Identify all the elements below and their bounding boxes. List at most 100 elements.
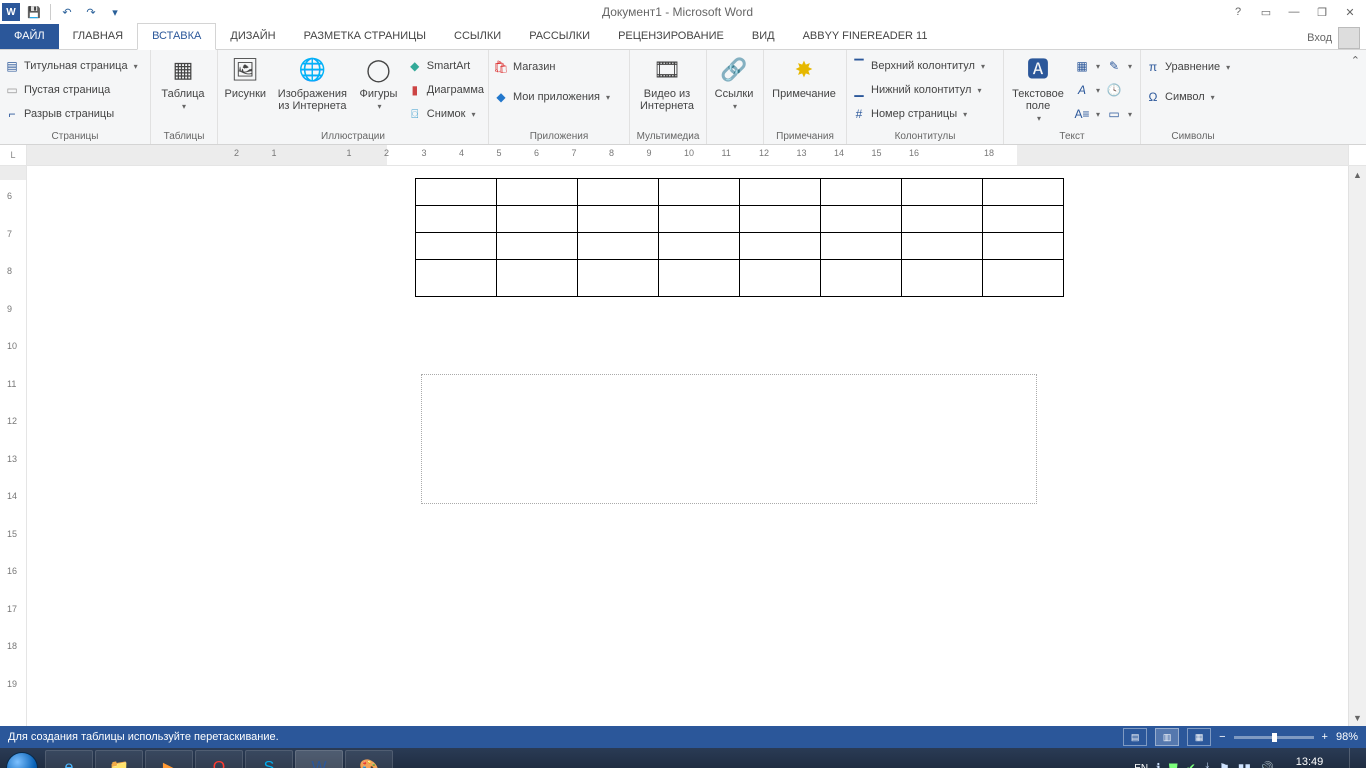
tab-insert[interactable]: ВСТАВКА — [137, 23, 216, 50]
taskbar-explorer-button[interactable]: 📁 — [95, 750, 143, 768]
ruler-tick: 8 — [609, 148, 614, 158]
tray-shield-icon[interactable]: ⛊ — [1169, 761, 1178, 768]
scroll-up-arrow[interactable]: ▲ — [1349, 166, 1366, 183]
tray-bluetooth-icon[interactable]: ᚼ — [1204, 761, 1211, 768]
symbol-button[interactable]: ΩСимвол — [1145, 87, 1230, 107]
reserved-area[interactable] — [421, 374, 1037, 504]
online-video-button[interactable]: 🎞Видео из Интернета — [634, 52, 700, 112]
tray-network-icon[interactable]: ▮▮ — [1238, 761, 1251, 768]
date-time-icon: 🕓 — [1106, 82, 1122, 98]
qat-redo-button[interactable]: ↷ — [81, 2, 101, 22]
taskbar-word-button[interactable]: W — [295, 750, 343, 768]
ruler-tick-v: 19 — [7, 679, 17, 689]
qat-undo-button[interactable]: ↶ — [57, 2, 77, 22]
tray-action-center-icon[interactable]: ⚑ — [1219, 761, 1230, 768]
start-button[interactable] — [0, 748, 44, 768]
ruler-corner[interactable]: L — [0, 145, 27, 165]
object-icon: ▭ — [1106, 106, 1122, 122]
taskbar-clock[interactable]: 13:4917.05.2014 — [1282, 756, 1337, 768]
equation-button[interactable]: πУравнение — [1145, 57, 1230, 77]
page-break-button[interactable]: ⌐Разрыв страницы — [4, 104, 138, 124]
drop-cap-button[interactable]: A≡ — [1074, 104, 1100, 124]
blank-page-button[interactable]: ▭Пустая страница — [4, 80, 138, 100]
taskbar-language[interactable]: EN — [1134, 763, 1148, 768]
tab-abbyy[interactable]: ABBYY FineReader 11 — [789, 24, 942, 49]
ruler-tick: 2 — [234, 148, 239, 158]
qat-save-button[interactable]: 💾 — [24, 2, 44, 22]
view-read-mode-button[interactable]: ▤ — [1123, 728, 1147, 746]
taskbar-ie-button[interactable]: e — [45, 750, 93, 768]
group-header-footer: ▔Верхний колонтитул ▁Нижний колонтитул #… — [847, 50, 1004, 144]
shapes-icon: ◯ — [356, 52, 401, 88]
signature-line-button[interactable]: ✎ — [1106, 56, 1132, 76]
shapes-button[interactable]: ◯Фигуры — [356, 52, 401, 113]
tray-info-icon[interactable]: ℹ — [1156, 761, 1161, 768]
minimize-button[interactable]: — — [1286, 6, 1302, 18]
ruler-tick: 1 — [347, 148, 352, 158]
screenshot-button[interactable]: ⌼Снимок — [407, 104, 484, 124]
zoom-slider[interactable] — [1234, 736, 1314, 739]
quick-parts-button[interactable]: ▦ — [1074, 56, 1100, 76]
document-table[interactable] — [415, 178, 1064, 297]
header-button[interactable]: ▔Верхний колонтитул — [851, 56, 985, 76]
table-button[interactable]: ▦ Таблица — [155, 52, 211, 113]
comment-button[interactable]: ✸Примечание — [768, 52, 840, 100]
cover-page-button[interactable]: ▤Титульная страница — [4, 56, 138, 76]
taskbar-paint-button[interactable]: 🎨 — [345, 750, 393, 768]
qat-customize-button[interactable]: ▾ — [105, 2, 125, 22]
page-number-button[interactable]: #Номер страницы — [851, 104, 985, 124]
taskbar-mediaplayer-button[interactable]: ▶ — [145, 750, 193, 768]
user-avatar-icon[interactable] — [1338, 27, 1360, 49]
text-box-button[interactable]: 🅰Текстовое поле — [1008, 52, 1068, 125]
view-print-layout-button[interactable]: ▥ — [1155, 728, 1179, 746]
tab-references[interactable]: ССЫЛКИ — [440, 24, 515, 49]
links-button[interactable]: 🔗Ссылки — [711, 52, 757, 113]
help-button[interactable]: ? — [1230, 6, 1246, 18]
title-bar: W 💾 ↶ ↷ ▾ Документ1 - Microsoft Word ? ▭… — [0, 0, 1366, 24]
tray-check-icon[interactable]: ✔ — [1186, 761, 1196, 768]
view-web-layout-button[interactable]: ▦ — [1187, 728, 1211, 746]
tray-volume-icon[interactable]: 🔊 — [1259, 761, 1274, 768]
taskbar: e 📁 ▶ O S W 🎨 EN ℹ ⛊ ✔ ᚼ ⚑ ▮▮ 🔊 13:4917.… — [0, 748, 1366, 768]
online-pictures-button[interactable]: 🌐Изображения из Интернета — [275, 52, 351, 112]
close-button[interactable]: ✕ — [1342, 6, 1358, 19]
vertical-ruler[interactable]: 678910111213141516171819 — [0, 166, 27, 726]
tab-review[interactable]: РЕЦЕНЗИРОВАНИЕ — [604, 24, 738, 49]
drop-cap-icon: A≡ — [1074, 106, 1090, 122]
ribbon-display-options-button[interactable]: ▭ — [1258, 6, 1274, 19]
page[interactable] — [307, 166, 1097, 726]
footer-button[interactable]: ▁Нижний колонтитул — [851, 80, 985, 100]
show-desktop-button[interactable] — [1349, 748, 1360, 768]
tab-design[interactable]: ДИЗАЙН — [216, 24, 289, 49]
date-time-button[interactable]: 🕓 — [1106, 80, 1132, 100]
object-button[interactable]: ▭ — [1106, 104, 1132, 124]
maximize-button[interactable]: ❐ — [1314, 6, 1330, 19]
zoom-in-button[interactable]: + — [1322, 731, 1328, 743]
tab-view[interactable]: ВИД — [738, 24, 789, 49]
vertical-scrollbar[interactable]: ▲ ▼ — [1348, 166, 1366, 726]
tab-mailings[interactable]: РАССЫЛКИ — [515, 24, 604, 49]
ruler-tick: 6 — [534, 148, 539, 158]
pictures-button[interactable]: 🖼Рисунки — [222, 52, 269, 100]
tab-page-layout[interactable]: РАЗМЕТКА СТРАНИЦЫ — [290, 24, 440, 49]
group-tables-label: Таблицы — [151, 131, 217, 144]
header-icon: ▔ — [851, 58, 867, 74]
tab-home[interactable]: ГЛАВНАЯ — [59, 24, 137, 49]
zoom-out-button[interactable]: − — [1219, 731, 1225, 743]
horizontal-ruler[interactable]: 211234567891011121314151618 — [27, 145, 1348, 165]
taskbar-opera-button[interactable]: O — [195, 750, 243, 768]
tab-file[interactable]: ФАЙЛ — [0, 24, 59, 49]
sign-in-link[interactable]: Вход — [1307, 32, 1332, 44]
ruler-tick: 4 — [459, 148, 464, 158]
scroll-down-arrow[interactable]: ▼ — [1349, 709, 1366, 726]
zoom-level[interactable]: 98% — [1336, 731, 1358, 743]
wordart-button[interactable]: A — [1074, 80, 1100, 100]
taskbar-skype-button[interactable]: S — [245, 750, 293, 768]
chart-button[interactable]: ▮Диаграмма — [407, 80, 484, 100]
document-area[interactable] — [27, 166, 1348, 726]
collapse-ribbon-button[interactable]: ⌃ — [1351, 54, 1360, 67]
store-button[interactable]: 🛍Магазин — [493, 57, 610, 77]
chart-icon: ▮ — [407, 82, 423, 98]
smartart-button[interactable]: ◆SmartArt — [407, 56, 484, 76]
my-apps-button[interactable]: ◆Мои приложения — [493, 87, 610, 107]
